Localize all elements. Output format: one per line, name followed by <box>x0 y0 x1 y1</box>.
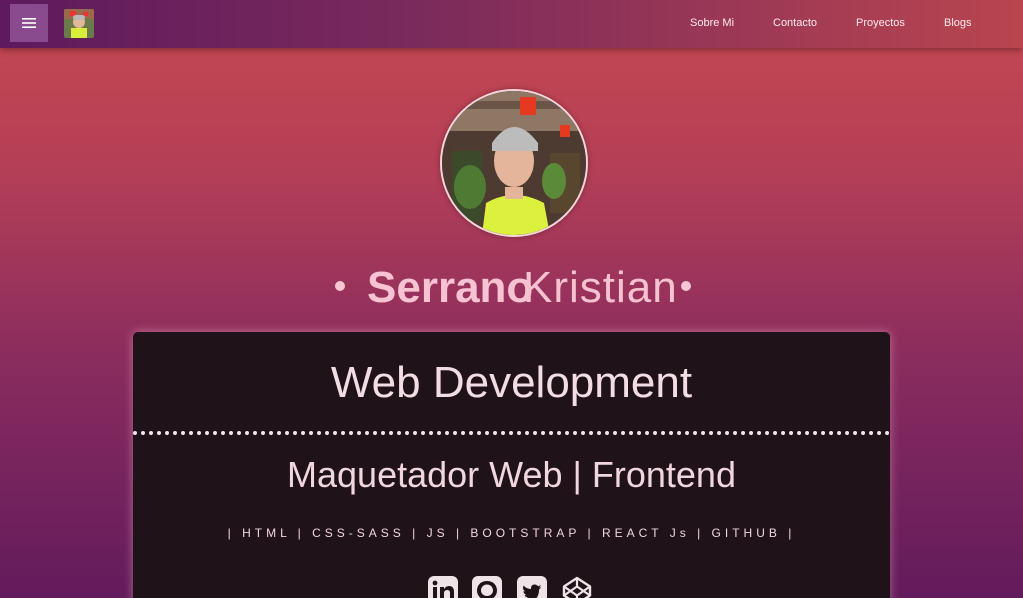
nav-link-proyectos[interactable]: Proyectos <box>856 17 905 29</box>
first-name: Kristian <box>523 263 678 312</box>
dotted-divider <box>133 431 890 435</box>
navbar: Sobre Mi Contacto Proyectos Blogs <box>0 0 1023 48</box>
hamburger-icon <box>22 18 36 28</box>
codepen-icon[interactable] <box>561 575 593 598</box>
profile-name: Serrano Kristian <box>0 258 1023 314</box>
nav-link-contacto[interactable]: Contacto <box>773 17 817 29</box>
linkedin-icon[interactable] <box>427 575 459 598</box>
brand-logo[interactable] <box>64 9 94 38</box>
nav-link-blogs[interactable]: Blogs <box>944 17 972 29</box>
bullet-dot <box>335 281 345 291</box>
card-title: Web Development <box>330 358 693 407</box>
profile-avatar <box>440 89 588 237</box>
twitter-icon[interactable] <box>516 575 548 598</box>
last-name: Serrano <box>367 263 534 312</box>
intro-card: Web Development Maquetador Web | Fronten… <box>133 332 890 598</box>
github-icon[interactable] <box>471 575 503 598</box>
menu-button[interactable] <box>10 4 48 42</box>
nav-link-sobre-mi[interactable]: Sobre Mi <box>690 17 734 29</box>
bullet-dot <box>681 281 691 291</box>
card-subtitle: Maquetador Web | Frontend <box>287 454 736 495</box>
skills-list: | HTML | CSS-SASS | JS | BOOTSTRAP | REA… <box>227 526 796 540</box>
